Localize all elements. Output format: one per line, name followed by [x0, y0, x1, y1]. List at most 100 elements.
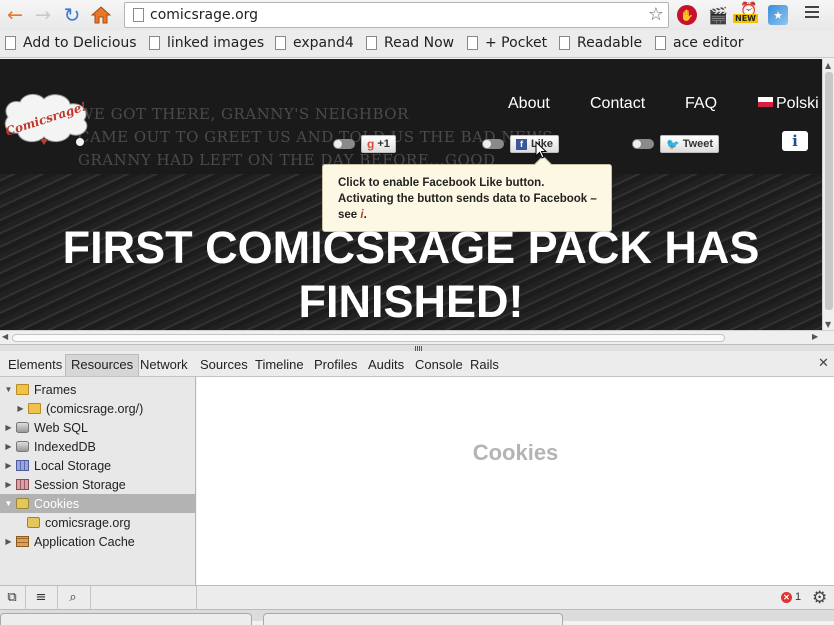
dock-toggle-icon[interactable]: ⧉ [3, 590, 21, 606]
bookmark-star-icon[interactable]: ☆ [648, 4, 664, 25]
expanded-triangle-icon[interactable]: ▼ [4, 385, 13, 394]
horizontal-scroll-thumb[interactable] [12, 334, 725, 342]
bookmark-read-now[interactable]: Read Now [366, 35, 454, 51]
collapsed-triangle-icon[interactable]: ▶ [4, 442, 13, 451]
gplus-toggle[interactable] [333, 139, 355, 149]
collapsed-triangle-icon[interactable]: ▶ [16, 404, 25, 413]
page-vertical-scrollbar[interactable]: ▲ ▼ [822, 59, 834, 330]
tree-item-session-storage[interactable]: ▶ Session Storage [0, 475, 196, 494]
tab-sources[interactable]: Sources [195, 354, 253, 376]
bookmark-page-icon [275, 36, 286, 50]
page-icon [133, 8, 144, 22]
cookie-icon [27, 517, 40, 528]
new-extension-icon[interactable]: ⏰ NEW [733, 2, 758, 26]
tweet-toggle[interactable] [632, 139, 654, 149]
vertical-scroll-thumb[interactable] [825, 72, 833, 310]
url-text[interactable]: comicsrage.org [150, 7, 258, 23]
bottom-tab[interactable] [0, 613, 252, 625]
tab-profiles[interactable]: Profiles [309, 354, 362, 376]
scroll-up-arrow-icon[interactable]: ▲ [825, 61, 831, 70]
resources-sidebar: ▼ Frames ▶ (comicsrage.org/) ▶ Web SQL ▶ Ind… [0, 377, 196, 585]
folder-icon [28, 403, 41, 414]
address-bar[interactable]: comicsrage.org ☆ [124, 2, 669, 28]
error-icon: ✕ [781, 591, 792, 603]
bookmark-page-icon [149, 36, 160, 50]
empty-panel-title: Cookies [472, 440, 559, 465]
website-viewport: WE GOT THERE, GRANNY'S NEIGHBOR CAME OUT … [0, 59, 834, 330]
back-arrow-icon[interactable]: ← [3, 3, 27, 27]
gplus-button[interactable]: g +1 [361, 135, 396, 153]
nav-language-link[interactable]: Polski [758, 95, 819, 113]
page-horizontal-scrollbar[interactable]: ◀ ▶ [0, 330, 834, 344]
tree-item-frame-comicsrage[interactable]: ▶ (comicsrage.org/) [0, 399, 196, 418]
tweet-button[interactable]: 🐦 Tweet [660, 135, 720, 153]
collapsed-triangle-icon[interactable]: ▶ [4, 480, 13, 489]
expanded-triangle-icon[interactable]: ▼ [4, 499, 13, 508]
bookmark-readable[interactable]: Readable [559, 35, 642, 51]
bookmark-page-icon [5, 36, 16, 50]
scroll-left-arrow-icon[interactable]: ◀ [2, 332, 8, 341]
adblock-stop-icon[interactable]: ✋ [677, 5, 697, 25]
tree-item-indexeddb[interactable]: ▶ IndexedDB [0, 437, 196, 456]
home-icon[interactable] [89, 3, 113, 27]
bookmark-add-to-delicious[interactable]: Add to Delicious [5, 35, 137, 51]
collapsed-triangle-icon[interactable]: ▶ [4, 423, 13, 432]
tab-resources[interactable]: Resources [65, 354, 140, 376]
page-headline: FIRST COMICSRAGE PACK HAS FINISHED! [62, 222, 760, 327]
tree-item-cookie-domain[interactable]: comicsrage.org [0, 513, 196, 532]
tab-rails[interactable]: Rails [465, 354, 504, 376]
scroll-down-arrow-icon[interactable]: ▼ [825, 320, 831, 329]
forward-arrow-icon[interactable]: → [31, 3, 55, 27]
devtools-status-bar: ⧉ ≡ ⌕ ✕ 1 ⚙ [0, 585, 834, 610]
collapsed-triangle-icon[interactable]: ▶ [4, 461, 13, 470]
status-divider [90, 586, 91, 610]
console-drawer-icon[interactable]: ≡ [32, 590, 50, 606]
browser-toolbar: ← → ↻ comicsrage.org ☆ ✋ 🎬 ⏰ NEW ★ [0, 0, 834, 30]
chrome-menu-icon[interactable] [805, 6, 819, 21]
collapsed-triangle-icon[interactable]: ▶ [4, 537, 13, 546]
tree-item-local-storage[interactable]: ▶ Local Storage [0, 456, 196, 475]
nav-about-link[interactable]: About [508, 95, 550, 113]
bookmark-page-icon [559, 36, 570, 50]
error-counter[interactable]: ✕ 1 [781, 591, 801, 603]
facebook-icon: f [516, 138, 527, 150]
bookmark-page-icon [467, 36, 478, 50]
bottom-tab[interactable] [263, 613, 563, 625]
search-icon[interactable]: ⌕ [64, 590, 82, 606]
resources-main-panel: Cookies [197, 377, 834, 585]
status-divider [196, 586, 197, 610]
tree-item-frames[interactable]: ▼ Frames [0, 380, 196, 399]
nav-faq-link[interactable]: FAQ [685, 95, 717, 113]
database-icon [16, 441, 29, 452]
devtools-close-icon[interactable]: ✕ [818, 356, 829, 371]
clapperboard-icon[interactable]: 🎬 [707, 4, 729, 26]
tree-item-web-sql[interactable]: ▶ Web SQL [0, 418, 196, 437]
database-icon [16, 422, 29, 433]
cache-icon [16, 536, 29, 547]
gplus-icon: g [367, 137, 375, 151]
facebook-like-toggle[interactable] [482, 139, 504, 149]
tab-timeline[interactable]: Timeline [250, 354, 309, 376]
nav-contact-link[interactable]: Contact [590, 95, 645, 113]
scroll-right-arrow-icon[interactable]: ▶ [812, 332, 818, 341]
reload-icon[interactable]: ↻ [60, 3, 84, 27]
extension-icon[interactable]: ★ [768, 5, 788, 25]
tab-network[interactable]: Network [135, 354, 193, 376]
bookmark-page-icon [655, 36, 666, 50]
devtools-resize-handle[interactable] [0, 344, 834, 351]
bookmark-ace-editor[interactable]: ace editor [655, 35, 744, 51]
poland-flag-icon [758, 97, 773, 107]
bookmark-expand4[interactable]: expand4 [275, 35, 354, 51]
bookmark-linked-images[interactable]: linked images [149, 35, 264, 51]
tab-console[interactable]: Console [410, 354, 468, 376]
bookmark-page-icon [366, 36, 377, 50]
tab-audits[interactable]: Audits [363, 354, 409, 376]
bookmark-pocket[interactable]: + Pocket [467, 35, 547, 51]
tab-elements[interactable]: Elements [3, 354, 67, 376]
tree-item-cookies[interactable]: ▼ Cookies [0, 494, 196, 513]
tree-item-application-cache[interactable]: ▶ Application Cache [0, 532, 196, 551]
folder-icon [16, 384, 29, 395]
info-button[interactable]: i [782, 131, 808, 151]
gear-icon[interactable]: ⚙ [812, 588, 827, 608]
comicsrage-logo[interactable]: Comicsrage! [0, 87, 95, 149]
